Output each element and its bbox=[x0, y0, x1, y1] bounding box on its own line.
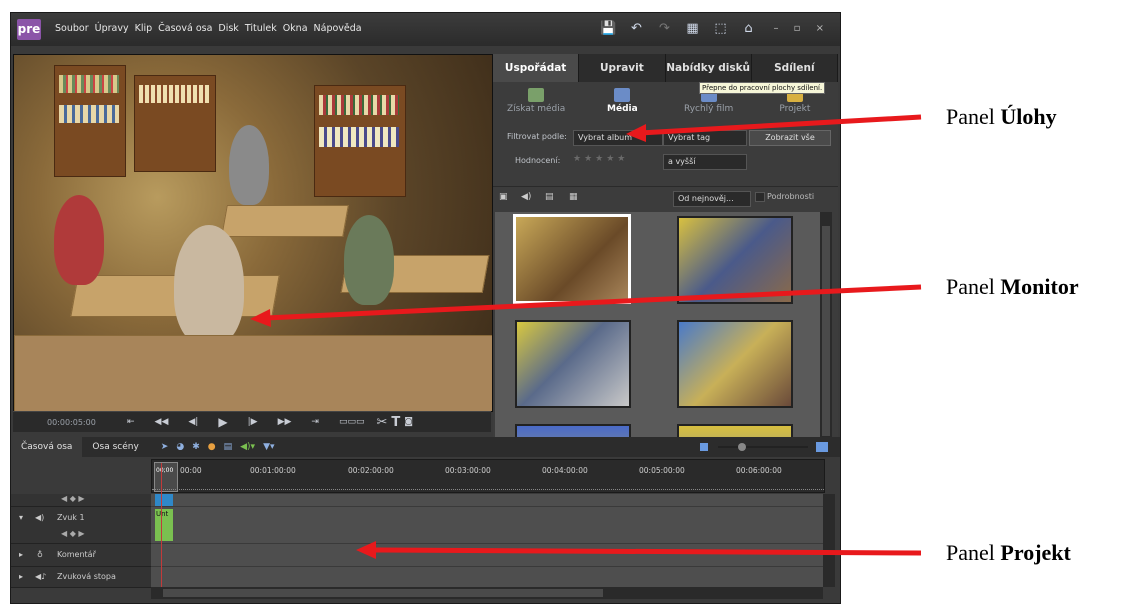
annotation-arrows bbox=[250, 114, 922, 559]
arrow-project bbox=[356, 541, 922, 559]
annotation-tasks-panel: Panel Úlohy bbox=[946, 104, 1057, 129]
annotation-monitor-panel: Panel Monitor bbox=[946, 274, 1079, 299]
share-tooltip: Přepne do pracovní plochy sdílení. bbox=[699, 82, 826, 94]
annotation-project-panel: Panel Projekt bbox=[946, 540, 1071, 565]
arrow-tasks bbox=[626, 114, 922, 142]
arrow-monitor bbox=[250, 284, 922, 327]
